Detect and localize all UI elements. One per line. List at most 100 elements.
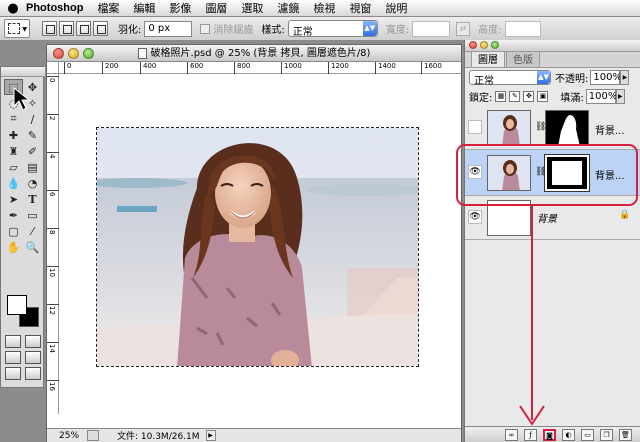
eyedropper-icon[interactable]: ⁄ — [23, 223, 42, 239]
eye-icon[interactable]: 👁 — [468, 165, 482, 179]
full-screen-button[interactable] — [5, 367, 21, 380]
path-select-icon[interactable]: ➤ — [4, 191, 23, 207]
layer-style-button[interactable]: ƒ — [524, 428, 537, 441]
swap-icon[interactable]: ⇄ — [456, 21, 471, 36]
healing-brush-icon[interactable]: ✚ — [4, 127, 23, 143]
layer-name[interactable]: 背景 — [537, 210, 557, 225]
options-bar: ▼ 羽化: 0 px 消除鋸齒 樣式: 正常 ▲▼ 寬度: ⇄ 高度: — [0, 17, 640, 41]
status-menu-arrow-icon[interactable]: ▶ — [205, 430, 216, 441]
photo-selection[interactable] — [96, 127, 419, 367]
delete-layer-button[interactable]: 🗑 — [619, 428, 632, 441]
panel-close-button[interactable] — [469, 41, 477, 49]
new-selection-button[interactable] — [42, 21, 57, 36]
add-layer-mask-button[interactable]: ◙ — [543, 428, 556, 441]
canvas[interactable] — [60, 75, 461, 414]
portrait-photo — [97, 128, 418, 366]
menu-select[interactable]: 選取 — [241, 0, 263, 16]
type-tool-icon[interactable]: T — [23, 191, 42, 207]
foreground-color-swatch[interactable] — [7, 295, 27, 315]
add-selection-button[interactable] — [59, 21, 74, 36]
standard-screen-button[interactable] — [5, 351, 21, 364]
dodge-tool-icon[interactable]: ◔ — [23, 175, 42, 191]
panel-minimize-button[interactable] — [480, 41, 488, 49]
full-screen-menu-button[interactable] — [25, 351, 41, 364]
pen-tool-icon[interactable]: ✒ — [4, 207, 23, 223]
feather-label: 羽化: — [118, 25, 142, 36]
opacity-arrow-icon[interactable]: ▶ — [620, 69, 630, 85]
app-menu[interactable]: Photoshop — [26, 2, 83, 14]
ruler-tick: 10 — [47, 266, 59, 277]
menu-layer[interactable]: 圖層 — [205, 0, 227, 16]
document-titlebar[interactable]: 破格照片.psd @ 25% (背景 拷貝, 圖層遮色片/8) — [47, 45, 461, 62]
lock-pixels-icon[interactable]: ✎ — [509, 90, 521, 102]
height-input[interactable] — [504, 20, 541, 37]
tool-preset-picker[interactable]: ▼ — [4, 19, 30, 38]
menu-view[interactable]: 檢視 — [313, 0, 335, 16]
layer-thumbnail[interactable] — [487, 110, 531, 146]
horizontal-ruler[interactable]: 0 200 400 600 800 1000 1200 1400 1600 — [59, 62, 461, 74]
width-input[interactable] — [412, 20, 451, 37]
lock-all-icon[interactable]: ▣ — [537, 90, 549, 102]
brush-tool-icon[interactable]: ✎ — [23, 127, 42, 143]
menu-help[interactable]: 說明 — [385, 0, 407, 16]
new-group-button[interactable]: ▭ — [581, 428, 594, 441]
zoom-tool-icon[interactable]: 🔍 — [23, 239, 42, 255]
mask-silhouette — [546, 111, 588, 145]
layer-name[interactable]: 背景... — [595, 122, 625, 137]
layer-row-selected[interactable]: 👁 ⛓ 背景... — [465, 150, 640, 196]
menu-file[interactable]: 檔案 — [97, 0, 119, 16]
hand-tool-icon[interactable]: ✋ — [4, 239, 23, 255]
quickmask-mode-button[interactable] — [25, 335, 41, 348]
status-preview-button[interactable] — [87, 430, 99, 441]
standard-mode-button[interactable] — [5, 335, 21, 348]
shape-tool-icon[interactable]: ▭ — [23, 207, 42, 223]
clone-stamp-icon[interactable]: ♜ — [4, 143, 23, 159]
eye-icon[interactable]: 👁 — [468, 210, 482, 224]
lock-transparency-icon[interactable]: ▦ — [495, 90, 507, 102]
menu-filter[interactable]: 濾鏡 — [277, 0, 299, 16]
slice-tool-icon[interactable]: ∕ — [23, 111, 42, 127]
minimize-button[interactable] — [68, 48, 79, 59]
notes-tool-icon[interactable]: ▢ — [4, 223, 23, 239]
gradient-tool-icon[interactable]: ▤ — [23, 159, 42, 175]
blend-mode-select[interactable]: 正常 ▲▼ — [469, 69, 551, 87]
layer-mask-thumbnail[interactable] — [545, 110, 589, 146]
layer-thumbnail[interactable] — [487, 200, 531, 236]
layer-row[interactable]: ⛓ 背景... — [465, 106, 640, 150]
fill-input[interactable]: 100% — [585, 88, 617, 104]
layer-name[interactable]: 背景... — [595, 167, 625, 182]
opacity-input[interactable]: 100% — [590, 69, 622, 85]
layer-visibility-toggle[interactable] — [468, 120, 482, 134]
layer-thumbnail[interactable] — [487, 155, 531, 191]
menu-edit[interactable]: 編輯 — [133, 0, 155, 16]
ruler-tick: 6 — [47, 190, 59, 196]
vertical-ruler[interactable]: 0 2 4 6 8 10 12 14 16 — [47, 74, 59, 414]
jump-to-imageready-button[interactable] — [25, 367, 41, 380]
zoom-level[interactable]: 25% — [47, 431, 87, 441]
toolbox-header[interactable] — [1, 67, 45, 77]
new-layer-button[interactable]: ❐ — [600, 428, 613, 441]
eraser-tool-icon[interactable]: ▱ — [4, 159, 23, 175]
subtract-selection-button[interactable] — [76, 21, 91, 36]
fill-arrow-icon[interactable]: ▶ — [615, 88, 625, 104]
feather-input[interactable]: 0 px — [144, 20, 193, 37]
ruler-origin[interactable] — [47, 62, 59, 74]
layer-row[interactable]: 👁 背景 🔒 — [465, 196, 640, 240]
adjustment-layer-button[interactable]: ◐ — [562, 428, 575, 441]
blur-tool-icon[interactable]: 💧 — [4, 175, 23, 191]
lock-position-icon[interactable]: ✥ — [523, 90, 535, 102]
antialias-checkbox[interactable] — [200, 23, 211, 34]
style-select[interactable]: 正常 ▲▼ — [287, 20, 378, 38]
menu-window[interactable]: 視窗 — [349, 0, 371, 16]
menu-image[interactable]: 影像 — [169, 0, 191, 16]
layer-mask-thumbnail[interactable] — [544, 154, 590, 192]
zoom-button[interactable] — [83, 48, 94, 59]
history-brush-icon[interactable]: ✐ — [23, 143, 42, 159]
close-button[interactable] — [53, 48, 64, 59]
crop-tool-icon[interactable]: ⌗ — [4, 111, 23, 127]
layers-panel-titlebar[interactable] — [465, 40, 640, 52]
intersect-selection-button[interactable] — [93, 21, 108, 36]
apple-icon[interactable]: ● — [0, 1, 26, 16]
panel-zoom-button[interactable] — [491, 41, 499, 49]
link-layers-button[interactable]: ∞ — [505, 428, 518, 441]
